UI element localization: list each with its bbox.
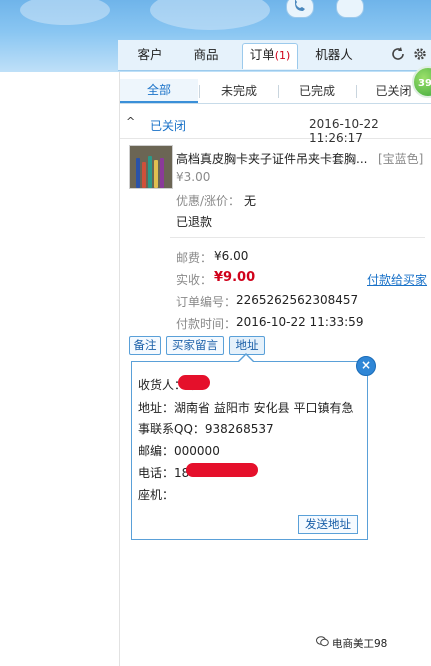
order-filter-tabs: 全部 未完成 已完成 已关闭 — [120, 79, 431, 104]
address-line-1: 湖南省 益阳市 安化县 平口镇有急 — [174, 401, 354, 415]
product-variant: [宝蓝色] — [378, 152, 424, 166]
zip-label: 邮编： — [138, 444, 175, 458]
tab-orders-label: 订单 — [249, 47, 275, 62]
address-line-2: 事联系QQ：938268537 — [138, 422, 274, 436]
collapse-icon[interactable]: ^ — [126, 115, 135, 128]
shipping-value: ¥6.00 — [214, 249, 249, 263]
divider — [170, 237, 425, 238]
redaction-mark — [178, 375, 210, 390]
main-nav: 客户 商品 订单(1) 机器人 — [118, 40, 431, 71]
product-title[interactable]: 高档真皮胸卡夹子证件吊夹卡套胸... — [176, 150, 367, 167]
tab-customers[interactable]: 客户 — [128, 44, 172, 66]
tab-products[interactable]: 商品 — [184, 44, 228, 66]
tab-robot[interactable]: 机器人 — [306, 44, 362, 66]
send-address-button[interactable]: 发送地址 — [298, 515, 358, 534]
redaction-mark — [186, 463, 258, 477]
order-header[interactable]: ^ 已关闭 2016-10-22 11:26:17 — [120, 112, 431, 145]
gear-icon[interactable] — [412, 46, 428, 62]
conversation-panel — [0, 72, 120, 666]
address-row: 地址：湖南省 益阳市 安化县 平口镇有急 — [138, 399, 353, 416]
close-icon[interactable]: × — [356, 356, 376, 376]
zip-value: 000000 — [174, 444, 220, 458]
product-price: ¥3.00 — [176, 170, 211, 184]
landline-row: 座机： — [138, 486, 174, 503]
phone-row: 电话：18 — [138, 464, 189, 481]
discount-value: 无 — [244, 194, 257, 208]
phone-label: 电话： — [138, 466, 175, 480]
header-decoration — [20, 0, 110, 25]
paid-value: ¥9.00 — [214, 270, 256, 285]
refund-status: 已退款 — [176, 215, 213, 229]
refresh-icon[interactable] — [390, 46, 406, 62]
order-number-label: 订单编号： — [176, 295, 237, 309]
paid-label: 实收： — [176, 273, 213, 287]
subtab-all[interactable]: 全部 — [120, 79, 198, 103]
buyer-message-button[interactable]: 买家留言 — [166, 336, 224, 355]
watermark-text: 电商美工98 — [332, 638, 388, 650]
address-label: 地址： — [138, 401, 175, 415]
order-created-time: 2016-10-22 11:26:17 — [309, 117, 379, 145]
note-button[interactable]: 备注 — [129, 336, 161, 355]
tab-orders[interactable]: 订单(1) — [242, 43, 298, 69]
phone-icon[interactable] — [286, 0, 314, 18]
order-count-badge: (1) — [274, 49, 291, 62]
pay-time-label: 付款时间： — [176, 317, 237, 331]
subtab-finished[interactable]: 已完成 — [278, 79, 356, 103]
discount-label: 优惠/涨价： — [176, 194, 241, 208]
order-status: 已关闭 — [150, 119, 187, 133]
pay-to-buyer-link[interactable]: 付款给买家 — [367, 271, 427, 288]
popup-pointer — [239, 355, 253, 362]
minimize-button[interactable] — [336, 0, 364, 18]
order-number: 2265262562308457 — [236, 293, 359, 307]
pay-time: 2016-10-22 11:33:59 — [236, 315, 364, 329]
subtab-unfinished[interactable]: 未完成 — [200, 79, 278, 103]
product-thumbnail[interactable] — [129, 145, 173, 189]
shipping-label: 邮费： — [176, 251, 213, 265]
wechat-icon — [316, 636, 329, 647]
header-decoration — [150, 0, 270, 30]
zip-row: 邮编：000000 — [138, 442, 220, 459]
landline-label: 座机： — [138, 488, 175, 502]
